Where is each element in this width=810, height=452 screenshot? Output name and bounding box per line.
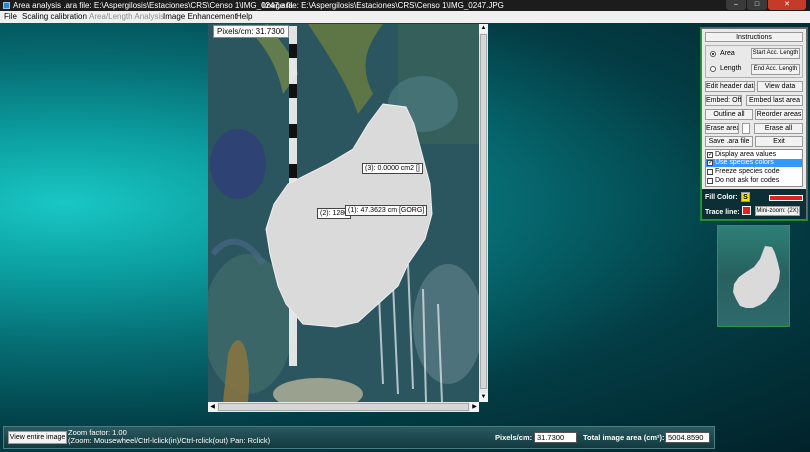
maximize-button[interactable]: □	[747, 0, 767, 10]
mini-zoom-select[interactable]: Mini-zoom: (2X)	[755, 206, 800, 216]
title-bar: Area analysis .ara file: E:\Aspergilosis…	[0, 0, 810, 11]
close-button[interactable]: ✕	[768, 0, 806, 10]
area-radio-label: Area	[720, 50, 735, 57]
pixels-cm-label: Pixels/cm:	[495, 433, 533, 442]
menu-area-length-analysis[interactable]: Area/Length Analysis	[89, 11, 164, 23]
image-canvas[interactable]: Pixels/cm: 31.7300 (3): 0.0000 cm2 [] (2…	[208, 24, 479, 402]
app-icon	[3, 2, 10, 9]
embed-last-area-button[interactable]: Embed last area	[746, 95, 803, 106]
menu-image-enhancement[interactable]: Image Enhancement	[163, 11, 237, 23]
minimize-button[interactable]: –	[726, 0, 746, 10]
option-label: Use species colors	[715, 159, 774, 166]
view-entire-image-button[interactable]: View entire image	[8, 431, 67, 444]
zoom-hint-text: (Zoom: Mousewheel/Ctrl-lclick(in)/Ctrl-r…	[68, 436, 271, 445]
reorder-areas-button[interactable]: Reorder areas	[755, 109, 803, 120]
erase-all-button[interactable]: Erase all	[754, 123, 803, 134]
total-image-area-field[interactable]: 5004.8590	[665, 432, 710, 443]
menu-help[interactable]: Help	[236, 11, 252, 23]
instructions-button[interactable]: Instructions	[705, 32, 803, 42]
outline-all-button[interactable]: Outline all	[705, 109, 753, 120]
use-species-colors-checkbox[interactable]: ✓	[707, 160, 713, 166]
options-checklist: ✓ Display area values ✓ Use species colo…	[705, 149, 803, 187]
fill-color-label: Fill Color:	[705, 194, 738, 201]
status-bar: View entire image Zoom factor: 1.00 (Zoo…	[3, 426, 715, 449]
option-do-not-ask-codes[interactable]: Do not ask for codes	[706, 177, 802, 185]
scroll-up-arrow-icon[interactable]: ▲	[479, 24, 488, 33]
vertical-scrollbar[interactable]: ▲ ▼	[479, 24, 488, 402]
area-label-3[interactable]: (3): 0.0000 cm2 []	[362, 163, 423, 174]
embed-toggle-button[interactable]: Embed: Off	[705, 95, 742, 106]
image-file-path: Image file: E:\Aspergilosis\Estaciones\C…	[262, 1, 504, 10]
view-data-button[interactable]: View data	[757, 81, 803, 92]
scroll-right-arrow-icon[interactable]: ▶	[470, 402, 479, 412]
window-title: Area analysis .ara file: E:\Aspergilosis…	[13, 1, 293, 10]
pixels-cm-field[interactable]: 31.7300	[534, 432, 577, 443]
erase-area-number-field[interactable]	[742, 123, 750, 134]
area-label-1[interactable]: (1): 47.3623 cm [GORG]	[345, 205, 428, 216]
horizontal-scroll-thumb[interactable]	[218, 403, 469, 411]
scroll-left-arrow-icon[interactable]: ◀	[208, 402, 217, 412]
trace-color-swatch[interactable]	[742, 206, 751, 215]
option-use-species-colors[interactable]: ✓ Use species colors	[706, 159, 802, 167]
area-radio[interactable]	[710, 51, 716, 57]
total-image-area-label: Total image area (cm²):	[583, 433, 665, 442]
thumbnail-image	[733, 246, 780, 308]
pixels-per-cm-overlay: Pixels/cm: 31.7300	[213, 25, 289, 38]
exit-button[interactable]: Exit	[755, 136, 803, 147]
length-radio[interactable]	[710, 66, 716, 72]
start-acc-length-button[interactable]: Start Acc. Length	[751, 48, 800, 59]
save-ara-file-button[interactable]: Save .ara file	[705, 136, 753, 147]
fill-color-slider[interactable]	[769, 195, 803, 201]
display-area-values-checkbox[interactable]: ✓	[707, 152, 713, 158]
option-freeze-species-code[interactable]: Freeze species code	[706, 168, 802, 176]
option-label: Do not ask for codes	[715, 177, 780, 184]
edit-header-data-button[interactable]: Edit header data	[705, 81, 755, 92]
menu-file[interactable]: File	[4, 11, 17, 23]
vertical-scroll-thumb[interactable]	[480, 34, 487, 389]
menu-bar: File Scaling calibration Area/Length Ana…	[0, 11, 810, 23]
length-radio-label: Length	[720, 65, 742, 72]
color-settings: Fill Color: S Trace line: Mini-zoom: (2X…	[702, 189, 806, 219]
scroll-down-arrow-icon[interactable]: ▼	[479, 393, 488, 402]
do-not-ask-codes-checkbox[interactable]	[707, 178, 713, 184]
tool-panel: Instructions Area Start Acc. Length Leng…	[700, 27, 808, 221]
trace-line-label: Trace line:	[705, 209, 740, 216]
option-display-area-values[interactable]: ✓ Display area values	[706, 151, 802, 159]
freeze-species-code-checkbox[interactable]	[707, 169, 713, 175]
fill-color-swatch[interactable]: S	[741, 192, 750, 202]
menu-scaling-calibration[interactable]: Scaling calibration	[22, 11, 87, 23]
mini-zoom-thumbnail[interactable]	[717, 225, 790, 327]
option-label: Display area values	[715, 151, 777, 158]
horizontal-scrollbar[interactable]: ◀ ▶	[208, 402, 479, 412]
end-acc-length-button[interactable]: End Acc. Length	[751, 64, 800, 75]
option-label: Freeze species code	[715, 168, 780, 175]
erase-area-button[interactable]: Erase area	[705, 123, 739, 134]
